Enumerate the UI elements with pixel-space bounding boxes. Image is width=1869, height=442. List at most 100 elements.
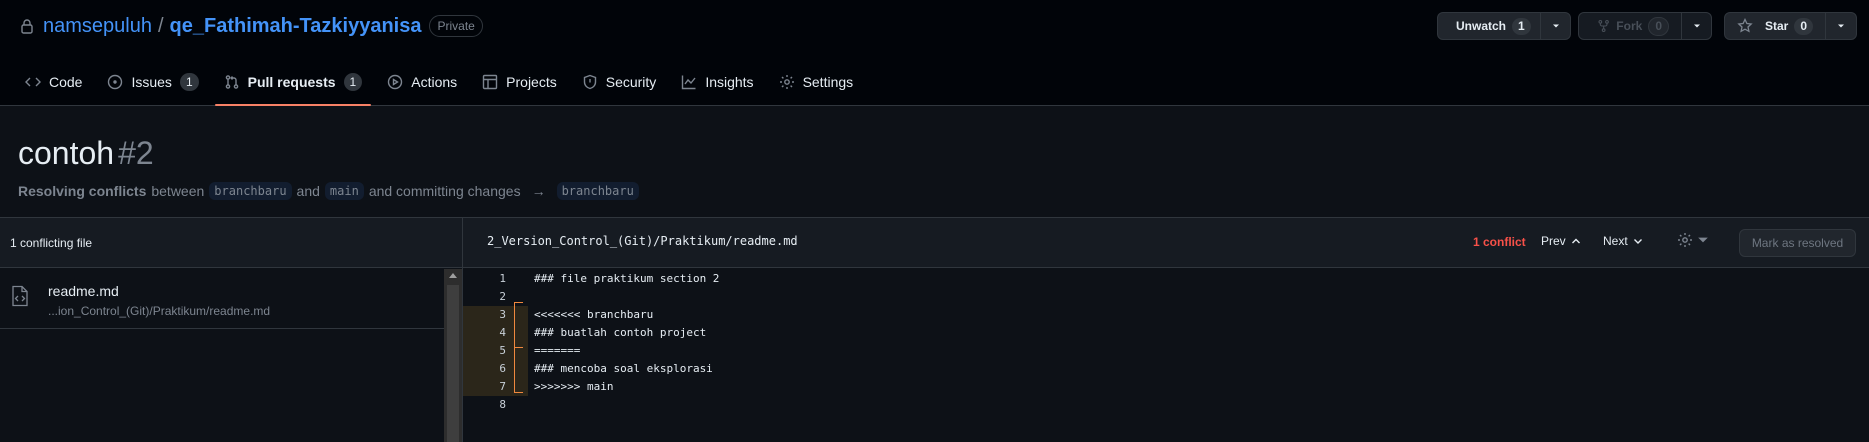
- file-path: ...ion_Control_(Git)/Praktikum/readme.md: [48, 304, 271, 318]
- issue-icon: [108, 74, 123, 90]
- caret-down-icon: [1552, 24, 1559, 28]
- star-button[interactable]: Star 0: [1725, 13, 1827, 39]
- table-icon: [482, 74, 498, 90]
- tab-security[interactable]: Security: [573, 64, 666, 100]
- tab-settings[interactable]: Settings: [770, 64, 863, 100]
- editor-header: 2_Version_Control_(Git)/Praktikum/readme…: [463, 218, 1869, 268]
- watch-dropdown-button[interactable]: [1541, 13, 1570, 39]
- caret-down-icon: [1698, 237, 1708, 243]
- editor-file-path: 2_Version_Control_(Git)/Praktikum/readme…: [487, 234, 798, 248]
- line-text: ### buatlah contoh project: [534, 326, 707, 339]
- subtitle-and: and: [296, 183, 320, 199]
- pr-number: #2: [118, 135, 154, 171]
- pull-requests-count-badge: 1: [343, 73, 363, 91]
- code-line: 3 <<<<<<< branchbaru: [463, 306, 1869, 324]
- subtitle-between: between: [151, 183, 205, 199]
- pr-subtitle: Resolving conflicts between branchbaru a…: [18, 180, 639, 202]
- tab-settings-label: Settings: [802, 74, 854, 90]
- caret-down-icon: [1838, 24, 1845, 28]
- watch-label: Unwatch: [1456, 19, 1507, 33]
- line-text: =======: [534, 344, 581, 357]
- repo-nav: Code Issues 1 Pull requests 1 Actions Pr…: [16, 64, 869, 106]
- chevron-down-icon: [1633, 239, 1642, 244]
- line-text: >>>>>>> main: [534, 380, 614, 393]
- gear-icon: [1678, 233, 1692, 247]
- conflict-bracket: [514, 302, 528, 393]
- conflict-start-tick: [515, 302, 523, 303]
- mark-as-resolved-button[interactable]: Mark as resolved: [1739, 229, 1856, 257]
- play-icon: [388, 74, 403, 90]
- tab-insights[interactable]: Insights: [672, 64, 762, 100]
- subtitle-bold: Resolving conflicts: [18, 183, 147, 199]
- issues-count-badge: 1: [179, 73, 199, 91]
- fork-label: Fork: [1616, 19, 1643, 33]
- prev-conflict-button[interactable]: Prev: [1541, 234, 1582, 248]
- pr-title-text: contoh: [18, 135, 115, 171]
- next-conflict-button[interactable]: Next: [1603, 234, 1644, 248]
- code-line: 2: [463, 288, 1869, 306]
- code-line: 1 ### file praktikum section 2: [463, 270, 1869, 288]
- tab-projects[interactable]: Projects: [473, 64, 566, 100]
- tab-actions-label: Actions: [411, 74, 458, 90]
- gear-icon: [779, 75, 794, 89]
- scrollbar-thumb[interactable]: [447, 285, 459, 442]
- code-line: 5 =======: [463, 342, 1869, 360]
- next-label: Next: [1603, 234, 1628, 248]
- visibility-badge: Private: [429, 15, 483, 37]
- watch-button-group: Unwatch 1: [1437, 12, 1571, 40]
- watch-button[interactable]: Unwatch 1: [1438, 13, 1541, 39]
- editor-settings-button[interactable]: [1677, 232, 1711, 248]
- page-title: contoh #2: [18, 135, 154, 172]
- code-line: 8: [463, 396, 1869, 414]
- star-icon: [1737, 18, 1753, 33]
- tab-code[interactable]: Code: [16, 64, 91, 100]
- head-branch-chip: branchbaru: [209, 182, 292, 200]
- shield-icon: [583, 74, 596, 90]
- tab-code-label: Code: [49, 74, 83, 90]
- conflict-count: 1 conflict: [1473, 235, 1526, 249]
- tab-pull-requests-label: Pull requests: [247, 74, 336, 90]
- code-line: 7 >>>>>>> main: [463, 378, 1869, 396]
- code-line: 4 ### buatlah contoh project: [463, 324, 1869, 342]
- caret-down-icon: [1693, 24, 1700, 28]
- line-text: <<<<<<< branchbaru: [534, 308, 654, 321]
- tab-security-label: Security: [605, 74, 657, 90]
- line-text: ### mencoba soal eksplorasi: [534, 362, 713, 375]
- tab-insights-label: Insights: [705, 74, 754, 90]
- tab-issues-label: Issues: [131, 74, 172, 90]
- repo-title: namsepuluh / qe_Fathimah-Tazkiyyanisa Pr…: [19, 13, 483, 39]
- watch-count: 1: [1512, 17, 1531, 35]
- prev-label: Prev: [1541, 234, 1566, 248]
- files-scrollbar[interactable]: [444, 269, 462, 442]
- line-number: 1: [499, 272, 506, 285]
- star-dropdown-button[interactable]: [1826, 13, 1856, 39]
- conflict-end-tick: [515, 392, 523, 393]
- conflicting-files-count: 1 conflicting file: [10, 235, 93, 250]
- tab-pull-requests[interactable]: Pull requests 1: [214, 64, 372, 106]
- conflict-editor-panel: 2_Version_Control_(Git)/Praktikum/readme…: [463, 217, 1869, 442]
- line-text: ### file praktikum section 2: [534, 272, 720, 285]
- conflict-separator-tick: [515, 347, 523, 348]
- repo-owner-link[interactable]: namsepuluh: [43, 15, 152, 38]
- repo-name-link[interactable]: qe_Fathimah-Tazkiyyanisa: [170, 15, 422, 38]
- repo-separator: /: [157, 14, 164, 37]
- fork-button-group: Fork 0: [1578, 12, 1712, 40]
- code-editor[interactable]: 1 ### file praktikum section 2 2 3 <<<<<…: [463, 269, 1869, 442]
- fork-icon: [1598, 19, 1609, 33]
- target-branch-chip: branchbaru: [556, 182, 639, 200]
- file-name: readme.md: [48, 283, 119, 299]
- graph-icon: [682, 75, 696, 90]
- tab-issues[interactable]: Issues 1: [98, 64, 207, 100]
- fork-count: 0: [1648, 16, 1669, 36]
- star-button-group: Star 0: [1724, 12, 1857, 40]
- scroll-up-arrow-icon[interactable]: [449, 273, 457, 278]
- fork-button[interactable]: Fork 0: [1579, 13, 1682, 39]
- lock-icon: [21, 19, 33, 34]
- repo-header: namsepuluh / qe_Fathimah-Tazkiyyanisa Pr…: [0, 0, 1869, 106]
- conflicting-files-panel: 1 conflicting file readme.md ...ion_Cont…: [0, 217, 463, 442]
- fork-dropdown-button[interactable]: [1682, 13, 1711, 39]
- list-item[interactable]: readme.md ...ion_Control_(Git)/Praktikum…: [0, 269, 444, 329]
- subtitle-committing: and committing changes: [368, 183, 521, 199]
- star-count: 0: [1794, 17, 1814, 35]
- tab-actions[interactable]: Actions: [378, 64, 466, 100]
